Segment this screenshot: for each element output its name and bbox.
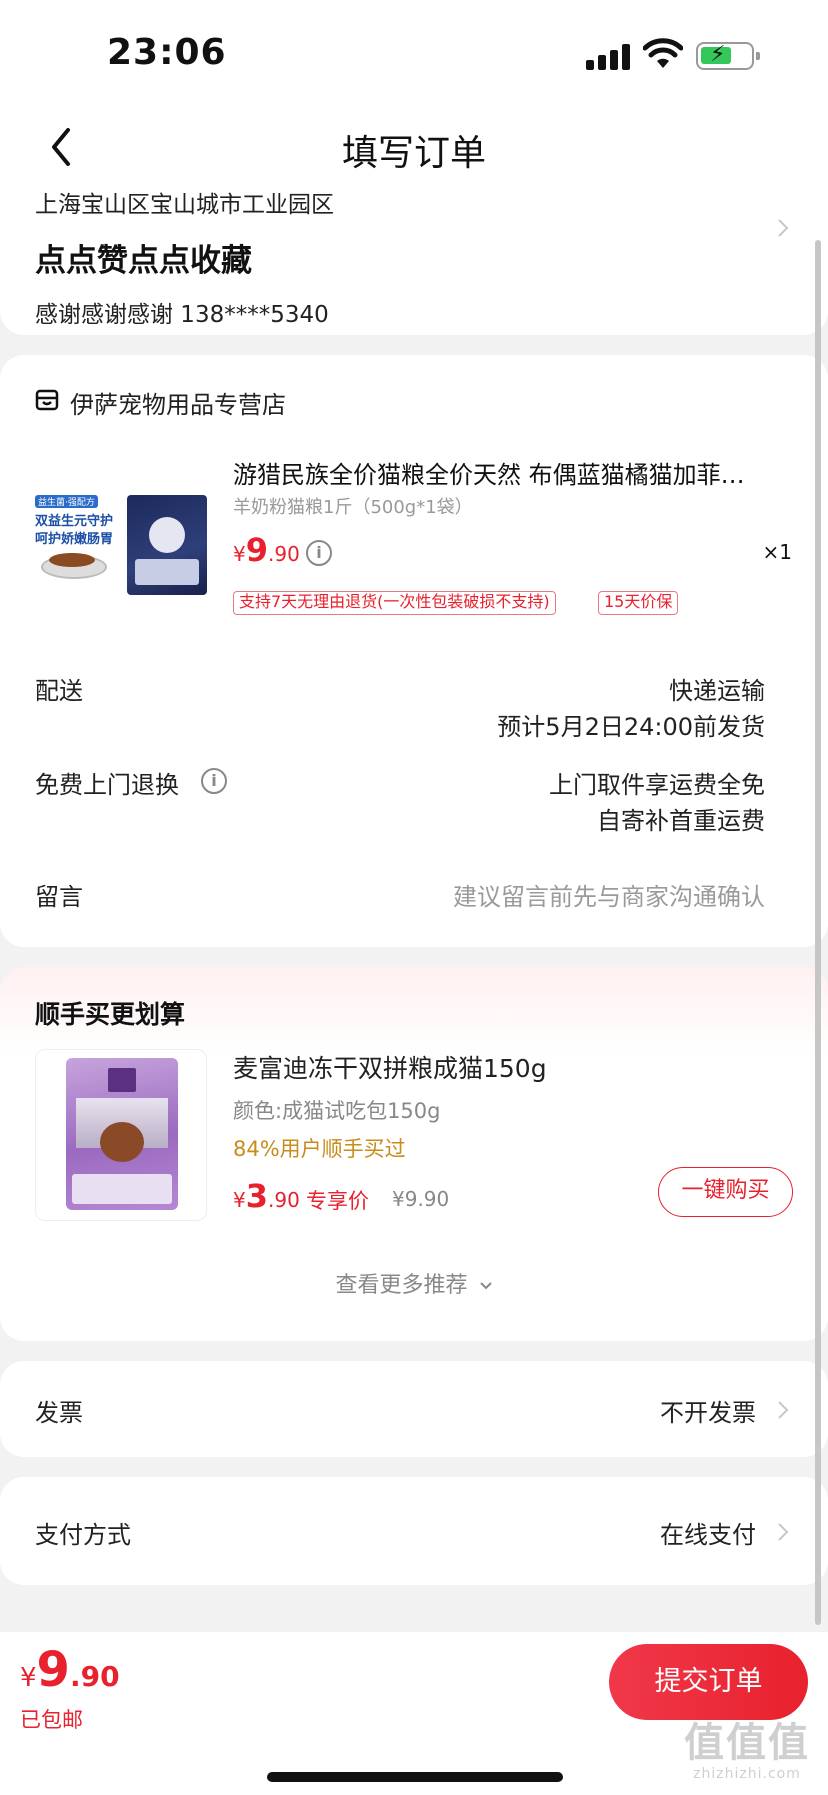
wifi-icon [643, 38, 683, 68]
product-spec[interactable]: 羊奶粉猫粮1斤（500g*1袋） [233, 493, 473, 519]
address-detail: 点点赞点点收藏 [35, 243, 252, 279]
message-label: 留言 [35, 883, 83, 911]
recommend-product-spec: 颜色:成猫试吃包150g [233, 1099, 441, 1123]
recommend-social-proof: 84%用户顺手买过 [233, 1137, 406, 1161]
product-quantity: ×1 [762, 540, 792, 564]
status-time: 23:06 [107, 32, 227, 73]
chevron-right-icon [778, 219, 789, 237]
chevron-right-icon [778, 1523, 789, 1541]
recommend-title: 顺手买更划算 [35, 1000, 186, 1029]
battery-charging-icon: ⚡ [696, 42, 760, 70]
free-return-line1: 上门取件享运费全免 [549, 771, 765, 799]
store-icon [35, 389, 59, 411]
delivery-label: 配送 [35, 677, 83, 705]
watermark-text: 值值值 [684, 1720, 810, 1766]
recommend-price: ¥3.90 [233, 1177, 300, 1215]
payment-value: 在线支付 [660, 1521, 756, 1549]
nav-header: 填写订单 [0, 110, 828, 185]
recommend-product-image[interactable] [35, 1049, 207, 1221]
delivery-eta: 预计5月2日24:00前发货 [497, 713, 765, 741]
product-image[interactable]: 益生菌·强配方 双益生元守护 呵护娇嫩肠胃 [35, 495, 207, 595]
chevron-right-icon [778, 1401, 789, 1419]
address-card[interactable]: 上海宝山区宝山城市工业园区 点点赞点点收藏 感谢感谢感谢 138****5340 [0, 185, 828, 335]
product-image-badge: 益生菌·强配方 [35, 495, 98, 508]
price-protection-tag: 15天价保 [598, 591, 679, 615]
home-indicator[interactable] [267, 1772, 563, 1782]
more-recommend-link[interactable]: 查看更多推荐 [0, 1267, 828, 1299]
submit-order-button[interactable]: 提交订单 [609, 1644, 808, 1720]
recommend-product-name[interactable]: 麦富迪冻干双拼粮成猫150g [233, 1049, 547, 1085]
one-click-buy-button[interactable]: 一键购买 [658, 1167, 793, 1217]
payment-row[interactable]: 支付方式 在线支付 [0, 1477, 828, 1585]
invoice-row[interactable]: 发票 不开发票 [0, 1361, 828, 1457]
free-return-line2: 自寄补首重运费 [597, 807, 765, 835]
recommend-original-price: ¥9.90 [392, 1187, 450, 1211]
product-price: ¥9.90 [233, 531, 300, 569]
watermark: 值值值 zhizhizhi.com [672, 1720, 822, 1782]
total-price: ¥9.90 [20, 1642, 120, 1698]
scrollbar[interactable] [815, 240, 821, 1625]
product-title[interactable]: 游猎民族全价猫粮全价天然 布偶蓝猫橘猫加菲… [233, 455, 781, 490]
store-name[interactable]: 伊萨宠物用品专营店 [70, 385, 286, 420]
checkout-bar: ¥9.90 已包邮 提交订单 值值值 zhizhizhi.com [0, 1632, 828, 1795]
product-image-line1: 双益生元守护 [35, 514, 114, 529]
price-info-icon[interactable]: i [306, 540, 332, 566]
page-title: 填写订单 [341, 133, 486, 174]
delivery-method: 快递运输 [669, 677, 765, 705]
address-contact: 感谢感谢感谢 138****5340 [35, 302, 329, 328]
return-policy-tag: 支持7天无理由退货(一次性包装破损不支持) [233, 591, 556, 615]
invoice-value: 不开发票 [660, 1399, 756, 1427]
message-input[interactable]: 建议留言前先与商家沟通确认 [453, 877, 765, 912]
watermark-url: zhizhizhi.com [693, 1766, 801, 1782]
chevron-down-icon [479, 1282, 492, 1290]
store-card: 伊萨宠物用品专营店 益生菌·强配方 双益生元守护 呵护娇嫩肠胃 游猎民族全价猫粮… [0, 355, 828, 947]
cellular-signal-icon [586, 44, 630, 70]
address-region: 上海宝山区宝山城市工业园区 [35, 192, 334, 218]
recommend-card: 顺手买更划算 麦富迪冻干双拼粮成猫150g 颜色:成猫试吃包150g 84%用户… [0, 967, 828, 1341]
free-return-info-icon[interactable]: i [201, 768, 227, 794]
product-image-line2: 呵护娇嫩肠胃 [35, 532, 114, 547]
invoice-label: 发票 [35, 1399, 83, 1427]
payment-label: 支付方式 [35, 1521, 131, 1549]
free-shipping-note: 已包邮 [20, 1708, 83, 1732]
recommend-exclusive-label: 专享价 [306, 1189, 369, 1213]
status-bar: 23:06 ⚡ [0, 0, 828, 110]
more-recommend-label: 查看更多推荐 [335, 1273, 468, 1298]
free-return-label: 免费上门退换 [35, 771, 179, 799]
